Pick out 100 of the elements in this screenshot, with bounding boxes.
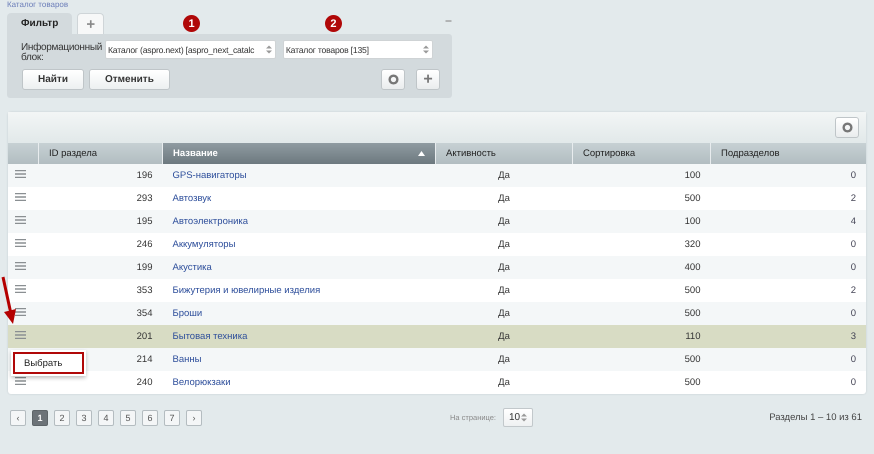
select-field[interactable]: Каталог (aspro.next) [aspro_next_catalc bbox=[105, 40, 276, 59]
table-cell: 500 bbox=[572, 187, 710, 210]
annotation-marker: 2 bbox=[324, 15, 342, 32]
table-cell: 110 bbox=[572, 325, 710, 348]
table-cell: Да bbox=[436, 210, 572, 233]
updown-icon bbox=[266, 45, 272, 54]
menu-icon[interactable] bbox=[15, 193, 26, 201]
table-cell: 0 bbox=[710, 371, 866, 394]
table-cell: Да bbox=[436, 187, 572, 210]
column-header[interactable]: Активность bbox=[436, 143, 572, 164]
section-link[interactable]: Ванны bbox=[172, 354, 202, 365]
table-cell: Да bbox=[436, 371, 572, 394]
table-row[interactable]: 199 Акустика Да 400 0 bbox=[8, 256, 866, 279]
table-cell: 240 bbox=[38, 371, 162, 394]
table-cell: Да bbox=[436, 325, 572, 348]
menu-icon[interactable] bbox=[15, 216, 26, 224]
page-button[interactable]: 3 bbox=[76, 410, 92, 426]
page-button[interactable]: 4 bbox=[98, 410, 114, 426]
table-row[interactable]: 196 GPS-навигаторы Да 100 0 bbox=[8, 164, 866, 187]
filter-button[interactable]: Отменить bbox=[88, 69, 170, 90]
table-cell: 400 bbox=[572, 256, 710, 279]
table-cell: 0 bbox=[710, 348, 866, 371]
settings-icon bbox=[842, 122, 852, 133]
table-cell: 500 bbox=[572, 279, 710, 302]
table-cell: 0 bbox=[710, 256, 866, 279]
table-cell: 500 bbox=[572, 302, 710, 325]
add-button[interactable]: + bbox=[416, 69, 440, 90]
table-cell: Да bbox=[436, 302, 572, 325]
filter-button[interactable]: Найти bbox=[22, 69, 84, 90]
table-cell: 196 bbox=[38, 164, 162, 187]
page-button[interactable]: 1 bbox=[32, 410, 48, 426]
table-cell: 320 bbox=[572, 233, 710, 256]
per-page-select[interactable]: 10 bbox=[503, 408, 533, 427]
page-button[interactable]: 6 bbox=[142, 410, 158, 426]
settings-button[interactable] bbox=[835, 117, 859, 138]
table-cell: Да bbox=[436, 233, 572, 256]
table-cell: 4 bbox=[710, 210, 866, 233]
table-cell: 2 bbox=[710, 279, 866, 302]
field-label: Информационный блок: bbox=[21, 43, 103, 63]
table-row[interactable]: 353 Бижутерия и ювелирные изделия Да 500 2 bbox=[8, 279, 866, 302]
table-cell: 199 bbox=[38, 256, 162, 279]
table-cell: Да bbox=[436, 279, 572, 302]
settings-icon bbox=[388, 74, 398, 85]
table-cell: 0 bbox=[710, 302, 866, 325]
table-row[interactable]: 246 Аккумуляторы Да 320 0 bbox=[8, 233, 866, 256]
table-cell: 354 bbox=[38, 302, 162, 325]
column-header[interactable]: ID раздела bbox=[38, 143, 162, 164]
menu-item[interactable]: Выбрать bbox=[13, 352, 84, 374]
sort-ascending-icon bbox=[418, 151, 425, 156]
table-cell: 246 bbox=[38, 233, 162, 256]
section-link[interactable]: Бытовая техника bbox=[172, 331, 248, 342]
page-button[interactable]: 2 bbox=[54, 410, 70, 426]
table-cell: 3 bbox=[710, 325, 866, 348]
table-cell: 500 bbox=[572, 348, 710, 371]
table-cell: Да bbox=[436, 348, 572, 371]
previous-page-button[interactable]: ‹ bbox=[10, 410, 26, 426]
page-button[interactable]: 5 bbox=[120, 410, 136, 426]
table-row[interactable]: 293 Автозвук Да 500 2 bbox=[8, 187, 866, 210]
column-header[interactable]: Сортировка bbox=[572, 143, 710, 164]
table-cell: 201 bbox=[38, 325, 162, 348]
page-button[interactable]: 7 bbox=[164, 410, 180, 426]
menu-icon[interactable] bbox=[15, 285, 26, 293]
next-page-button[interactable]: › bbox=[186, 410, 202, 426]
column-header bbox=[8, 143, 38, 164]
table-row[interactable]: 354 Броши Да 500 0 bbox=[8, 302, 866, 325]
pagination-summary: Разделы 1 – 10 из 61 bbox=[769, 412, 862, 423]
table-row[interactable]: 240 Велорюкзаки Да 500 0 bbox=[8, 371, 866, 394]
select-field[interactable]: Каталог товаров [135] bbox=[282, 40, 433, 59]
table-cell: Да bbox=[436, 164, 572, 187]
menu-icon[interactable] bbox=[15, 331, 26, 339]
section-link[interactable]: Бижутерия и ювелирные изделия bbox=[172, 285, 320, 296]
table-cell: 2 bbox=[710, 187, 866, 210]
section-link[interactable]: Акустика bbox=[172, 262, 212, 273]
section-link[interactable]: Автозвук bbox=[172, 193, 212, 204]
menu-icon[interactable] bbox=[15, 170, 26, 178]
section-link[interactable]: Броши bbox=[172, 308, 202, 319]
section-link[interactable]: Аккумуляторы bbox=[172, 239, 236, 250]
menu-icon[interactable] bbox=[15, 377, 26, 385]
section-link[interactable]: Автоэлектроника bbox=[172, 216, 248, 227]
table-cell: Да bbox=[436, 256, 572, 279]
table-cell: 195 bbox=[38, 210, 162, 233]
column-header[interactable]: Название bbox=[162, 143, 436, 164]
menu-icon[interactable] bbox=[15, 239, 26, 247]
table-cell: 100 bbox=[572, 164, 710, 187]
updown-icon bbox=[423, 45, 429, 54]
table-cell: 293 bbox=[38, 187, 162, 210]
section-link[interactable]: Велорюкзаки bbox=[172, 377, 231, 388]
menu-icon[interactable] bbox=[15, 308, 26, 316]
table-cell: 100 bbox=[572, 210, 710, 233]
table-row[interactable]: 195 Автоэлектроника Да 100 4 bbox=[8, 210, 866, 233]
filter-tab[interactable]: Фильтр bbox=[7, 13, 72, 34]
settings-button[interactable] bbox=[381, 69, 405, 90]
table-cell: 0 bbox=[710, 164, 866, 187]
updown-icon bbox=[521, 413, 527, 422]
section-link[interactable]: GPS-навигаторы bbox=[172, 170, 247, 181]
annotation-marker: 1 bbox=[183, 15, 200, 32]
table-cell: 500 bbox=[572, 371, 710, 394]
table-row[interactable]: 201 Бытовая техника Да 110 3 bbox=[8, 325, 866, 348]
column-header[interactable]: Подразделов bbox=[710, 143, 866, 164]
menu-icon[interactable] bbox=[15, 262, 26, 270]
